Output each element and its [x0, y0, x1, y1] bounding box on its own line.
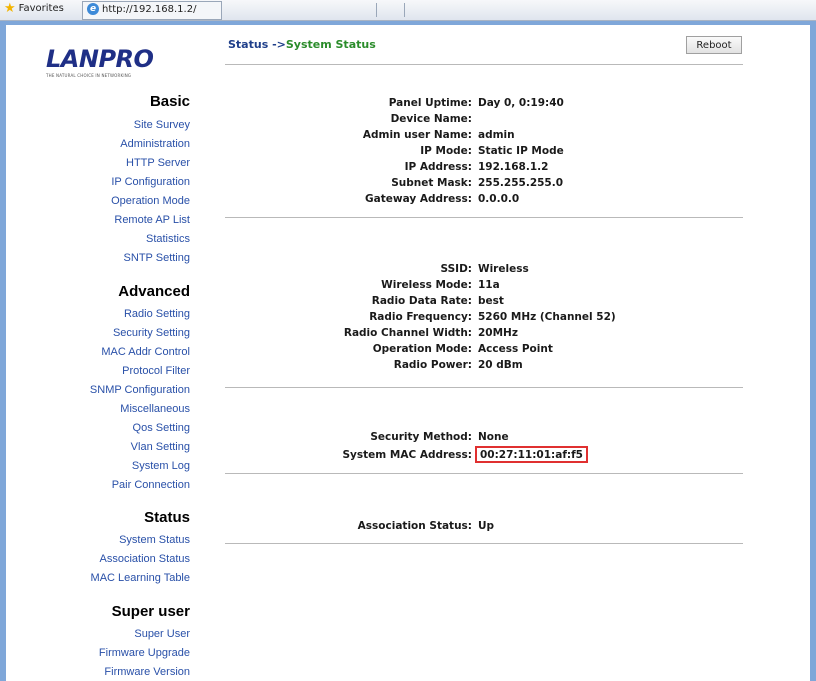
row-subnet-mask: Subnet Mask: 255.255.255.0: [391, 177, 564, 189]
nav-system-log[interactable]: System Log: [132, 460, 190, 472]
nav-association-status[interactable]: Association Status: [100, 553, 191, 565]
nav-operation-mode[interactable]: Operation Mode: [111, 195, 190, 207]
nav-remote-ap-list[interactable]: Remote AP List: [114, 214, 190, 226]
section-basic: Basic: [149, 93, 190, 110]
page-content: LANPRO THE NATURAL CHOICE IN NETWORKING …: [6, 25, 810, 681]
section-super-user: Super user: [111, 603, 190, 620]
row-gateway: Gateway Address: 0.0.0.0: [365, 193, 520, 205]
nav-http-server[interactable]: HTTP Server: [126, 157, 190, 169]
favorites-button[interactable]: ★ Favorites: [4, 2, 64, 15]
reboot-button[interactable]: Reboot: [686, 36, 742, 54]
tab-address: http://192.168.1.2/: [102, 3, 197, 15]
favorites-bar: ★ Favorites e http://192.168.1.2/: [0, 0, 816, 21]
nav-radio-setting[interactable]: Radio Setting: [124, 308, 190, 320]
nav-mac-learning-table[interactable]: MAC Learning Table: [91, 572, 190, 584]
nav-miscellaneous[interactable]: Miscellaneous: [120, 403, 190, 415]
nav-firmware-upgrade[interactable]: Firmware Upgrade: [99, 647, 190, 659]
sidebar: LANPRO THE NATURAL CHOICE IN NETWORKING …: [6, 25, 208, 681]
nav-qos-setting[interactable]: Qos Setting: [133, 422, 190, 434]
nav-administration[interactable]: Administration: [120, 138, 190, 150]
nav-pair-connection[interactable]: Pair Connection: [112, 479, 190, 491]
lanpro-logo: LANPRO THE NATURAL CHOICE IN NETWORKING: [46, 45, 154, 78]
star-icon: ★: [4, 1, 16, 16]
section-advanced: Advanced: [118, 283, 190, 300]
main-panel: Status ->System Status Reboot Panel Upti…: [220, 25, 810, 681]
row-operation-mode: Operation Mode: Access Point: [372, 343, 553, 355]
row-channel-width: Radio Channel Width: 20MHz: [343, 327, 518, 339]
section-divider: [225, 217, 743, 219]
row-security-method: Security Method: None: [370, 431, 509, 443]
nav-ip-configuration[interactable]: IP Configuration: [111, 176, 190, 188]
row-radio-power: Radio Power: 20 dBm: [393, 359, 523, 371]
nav-sntp-setting[interactable]: SNTP Setting: [124, 252, 190, 264]
nav-vlan-setting[interactable]: Vlan Setting: [131, 441, 190, 453]
row-ssid: SSID: Wireless: [440, 263, 529, 275]
breadcrumb-page: System Status: [285, 38, 376, 51]
nav-protocol-filter[interactable]: Protocol Filter: [122, 365, 190, 377]
section-divider: [225, 543, 743, 545]
nav-system-status[interactable]: System Status: [119, 534, 190, 546]
row-radio-frequency: Radio Frequency: 5260 MHz (Channel 52): [369, 311, 616, 323]
ie-icon: e: [87, 3, 99, 15]
breadcrumb: Status ->System Status: [228, 38, 376, 51]
tab-divider: [404, 3, 405, 17]
row-mac-address: System MAC Address: 00:27:11:01:af:f5: [220, 446, 740, 465]
nav-firmware-version[interactable]: Firmware Version: [104, 666, 190, 678]
section-status: Status: [144, 509, 190, 526]
breadcrumb-prefix: Status ->: [228, 38, 286, 51]
row-ip-mode: IP Mode: Static IP Mode: [420, 145, 564, 157]
nav-site-survey[interactable]: Site Survey: [134, 119, 190, 131]
row-wireless-mode: Wireless Mode: 11a: [381, 279, 500, 291]
section-divider: [225, 473, 743, 475]
browser-tab[interactable]: e http://192.168.1.2/: [82, 1, 222, 20]
row-association-status: Association Status: Up: [357, 520, 495, 532]
row-device-name: Device Name:: [390, 113, 472, 125]
row-ip-address: IP Address: 192.168.1.2: [404, 161, 549, 173]
row-panel-uptime: Panel Uptime: Day 0, 0:19:40: [388, 97, 564, 109]
row-radio-data-rate: Radio Data Rate: best: [371, 295, 504, 307]
nav-security-setting[interactable]: Security Setting: [113, 327, 190, 339]
tab-divider: [376, 3, 377, 17]
nav-mac-addr-control[interactable]: MAC Addr Control: [101, 346, 190, 358]
row-admin-user: Admin user Name: admin: [362, 129, 515, 141]
mac-address-highlight: 00:27:11:01:af:f5: [475, 446, 588, 463]
section-divider: [225, 387, 743, 389]
nav-statistics[interactable]: Statistics: [146, 233, 190, 245]
nav-snmp-configuration[interactable]: SNMP Configuration: [90, 384, 190, 396]
favorites-label: Favorites: [18, 3, 64, 14]
header-divider: [225, 64, 743, 66]
page-frame: LANPRO THE NATURAL CHOICE IN NETWORKING …: [0, 21, 816, 681]
nav-super-user[interactable]: Super User: [134, 628, 190, 640]
